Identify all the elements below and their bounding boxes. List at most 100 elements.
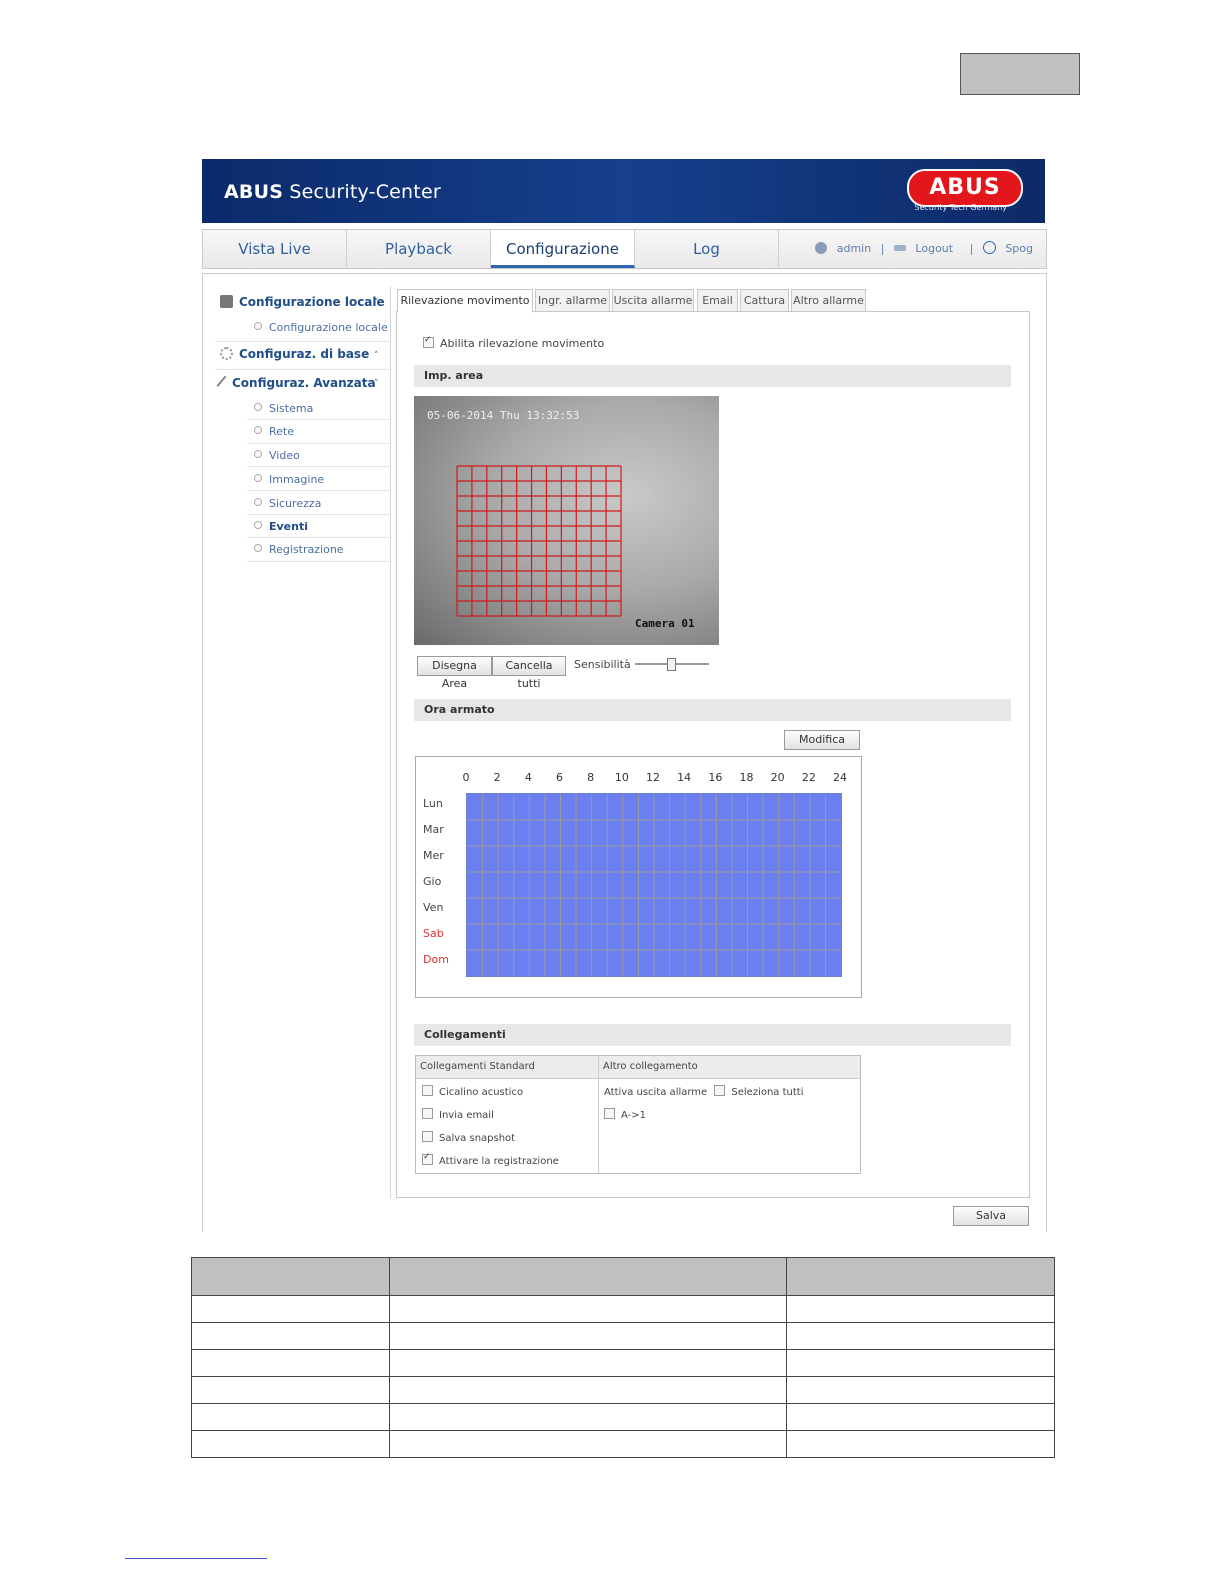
tab-altro-allarme[interactable]: Altro allarme — [791, 289, 866, 312]
edit-schedule-button[interactable]: Modifica — [784, 730, 860, 750]
table-row — [191, 1349, 1055, 1377]
table-row — [191, 1322, 1055, 1350]
sidebar-item-rete[interactable]: Rete — [254, 425, 294, 438]
enable-motion-checkbox[interactable] — [423, 335, 434, 348]
sidebar-divider — [390, 286, 391, 1198]
hour-label: 20 — [770, 771, 785, 784]
tab-vista-live[interactable]: Vista Live — [203, 230, 347, 268]
table-cell — [191, 1257, 390, 1296]
table-row — [191, 1295, 1055, 1323]
sidebar-group-base[interactable]: Configuraz. di base — [220, 347, 369, 361]
bullet-icon — [254, 403, 262, 411]
table-row — [191, 1430, 1055, 1458]
table-cell — [786, 1403, 1055, 1431]
snapshot-checkbox[interactable] — [422, 1131, 433, 1142]
document-table — [191, 1257, 1055, 1458]
tab-uscita-allarme[interactable]: Uscita allarme — [612, 289, 694, 312]
chevron-up-icon[interactable]: ˄ — [374, 351, 379, 361]
sensitivity-slider-handle[interactable] — [667, 658, 676, 671]
sidebar-item-eventi[interactable]: Eventi — [254, 520, 308, 533]
alarm-output-label: Attiva uscita allarme — [604, 1087, 708, 1098]
sidebar-item-registrazione[interactable]: Registrazione — [254, 543, 344, 556]
video-preview[interactable]: 05-06-2014 Thu 13:32:53 Camera 01 — [414, 396, 719, 645]
logo-subtitle: Security Tech Germany — [914, 203, 1007, 212]
day-label: Gio — [423, 875, 442, 888]
linkage-item-buzzer: Cicalino acustico — [422, 1085, 523, 1098]
hour-label: 22 — [801, 771, 816, 784]
table-cell — [389, 1376, 787, 1404]
gear-icon — [220, 347, 233, 360]
tab-ingr-allarme[interactable]: Ingr. allarme — [535, 289, 610, 312]
buzzer-checkbox[interactable] — [422, 1085, 433, 1096]
tab-cattura[interactable]: Cattura — [740, 289, 789, 312]
day-label: Dom — [423, 953, 449, 966]
table-cell — [786, 1322, 1055, 1350]
day-label: Lun — [423, 797, 443, 810]
chevron-down-icon[interactable]: ˅ — [374, 379, 379, 389]
tab-email[interactable]: Email — [697, 289, 738, 312]
hour-label: 14 — [677, 771, 692, 784]
hour-label: 2 — [493, 771, 501, 784]
motion-area-grid[interactable] — [456, 465, 622, 617]
hour-label: 12 — [646, 771, 660, 784]
sidebar-item-configurazione-locale[interactable]: Configurazione locale — [254, 321, 388, 334]
table-cell — [191, 1430, 390, 1458]
table-cell — [191, 1376, 390, 1404]
bullet-icon — [254, 426, 262, 434]
sidebar-item-immagine[interactable]: Immagine — [254, 473, 324, 486]
hour-label: 16 — [708, 771, 723, 784]
column-divider — [598, 1056, 599, 1173]
save-button[interactable]: Salva — [953, 1206, 1029, 1226]
separator: | — [880, 242, 885, 255]
select-all-checkbox[interactable] — [714, 1085, 726, 1096]
sensitivity-label: Sensibilità — [574, 658, 631, 671]
email-checkbox[interactable] — [422, 1108, 433, 1119]
tab-playback[interactable]: Playback — [347, 230, 491, 268]
sidebar-item-sicurezza[interactable]: Sicurezza — [254, 497, 321, 510]
recording-checkbox[interactable] — [422, 1152, 433, 1165]
bullet-icon — [254, 322, 262, 330]
sidebar-item-video[interactable]: Video — [254, 449, 300, 462]
user-bar: admin | Logout | Spog — [812, 241, 1036, 255]
chevron-down-icon[interactable]: ˅ — [374, 298, 379, 308]
divider — [247, 514, 389, 515]
enable-motion-label: Abilita rilevazione movimento — [440, 337, 605, 350]
schedule-grid[interactable] — [466, 793, 842, 977]
table-cell — [786, 1430, 1055, 1458]
table-row — [191, 1376, 1055, 1404]
abus-logo: ABUS — [907, 169, 1023, 207]
divider — [247, 490, 389, 491]
sidebar-item-sistema[interactable]: Sistema — [254, 402, 313, 415]
table-cell — [389, 1322, 787, 1350]
hour-label: 0 — [462, 771, 470, 784]
table-cell — [389, 1403, 787, 1431]
linkage-item-recording: Attivare la registrazione — [422, 1152, 559, 1167]
day-label: Ven — [423, 901, 444, 914]
clear-all-button[interactable]: Cancella tutti — [492, 656, 566, 690]
tab-rilevazione-movimento[interactable]: Rilevazione movimento — [397, 289, 533, 313]
sidebar-group-local[interactable]: Configurazione locale — [220, 295, 385, 309]
sidebar-group-avanzata[interactable]: Configuraz. Avanzata — [216, 375, 376, 390]
draw-area-button[interactable]: Disegna Area — [417, 656, 492, 690]
app-header: ABUS Security-Center ABUS Security Tech … — [202, 159, 1045, 223]
day-label: Sab — [423, 927, 444, 940]
day-label: Mer — [423, 849, 444, 862]
logout-link[interactable]: Logout — [915, 242, 953, 255]
output-a1-checkbox[interactable] — [604, 1108, 615, 1119]
tab-log[interactable]: Log — [635, 230, 779, 268]
day-label: Mar — [423, 823, 444, 836]
output-a1-row: A->1 — [604, 1108, 646, 1121]
hour-label: 4 — [524, 771, 532, 784]
linkage-item-email: Invia email — [422, 1108, 494, 1121]
table-cell — [786, 1349, 1055, 1377]
tab-configurazione[interactable]: Configurazione — [491, 230, 635, 268]
table-header-row — [191, 1257, 1055, 1296]
camera-config-icon — [220, 295, 233, 308]
hour-label: 24 — [833, 771, 847, 784]
language-link[interactable]: Spog — [1005, 242, 1033, 255]
table-cell — [389, 1257, 787, 1296]
table-cell — [786, 1295, 1055, 1323]
table-cell — [191, 1295, 390, 1323]
footnote-separator — [125, 1558, 267, 1559]
hour-label: 10 — [614, 771, 629, 784]
